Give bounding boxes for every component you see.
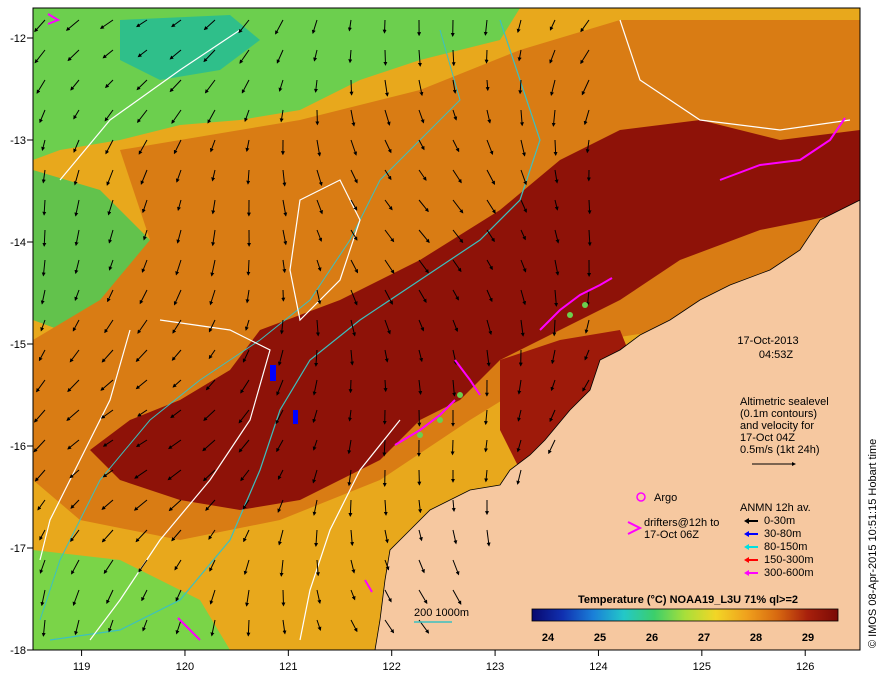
y-axis: -12 -13 -14 -15 -16 -17 -18	[10, 33, 33, 657]
velocity-arrow	[553, 139, 558, 156]
velocity-arrow	[382, 19, 387, 34]
anmn-legend-label: 30-80m	[764, 528, 801, 540]
velocity-arrow	[246, 259, 251, 276]
time-label: 04:53Z	[759, 349, 794, 361]
y-tick-label: -12	[10, 33, 26, 45]
velocity-arrow	[348, 499, 353, 517]
isobath-label: 200 1000m	[414, 607, 469, 619]
altimetry-line-1: Altimetric sealevel	[740, 396, 829, 408]
velocity-arrow	[246, 619, 251, 637]
x-axis: 119120121122123124125126127	[73, 650, 814, 673]
y-tick-label: -13	[10, 135, 26, 147]
anmn-legend-label: 0-30m	[764, 515, 795, 527]
velocity-arrow	[484, 49, 489, 64]
velocity-arrow	[281, 589, 286, 607]
anmn-legend-label: 150-300m	[764, 554, 814, 566]
colorbar-tick-label: 28	[750, 632, 762, 644]
colorbar	[531, 608, 839, 622]
x-tick-label: 123	[486, 661, 504, 673]
altimetry-line-4: 17-Oct 04Z	[740, 432, 795, 444]
y-tick-label: -18	[10, 645, 26, 657]
drifters-label-1: drifters@12h to	[644, 517, 719, 529]
y-tick-label: -17	[10, 543, 26, 555]
drifters-label-2: 17-Oct 06Z	[644, 529, 699, 541]
colorbar-tick-label: 24	[542, 632, 555, 644]
anmn-legend-label: 300-600m	[764, 567, 814, 579]
anmn-mooring-blue	[270, 365, 276, 381]
anmn-title: ANMN 12h av.	[740, 502, 811, 514]
y-tick-label: -15	[10, 339, 26, 351]
velocity-arrow	[383, 49, 388, 66]
x-tick-label: 122	[383, 661, 401, 673]
y-tick-label: -14	[10, 237, 26, 249]
anmn-legend-label: 80-150m	[764, 541, 807, 553]
x-tick-label: 121	[279, 661, 297, 673]
velocity-arrow	[383, 379, 388, 393]
colorbar-tick-label: 29	[802, 632, 814, 644]
plot-area	[33, 8, 860, 650]
x-tick-label: 119	[73, 661, 91, 673]
anmn-mooring-blue-2	[293, 410, 298, 424]
temperature-map: 119120121122123124125126127 -12-13-14-15…	[10, 7, 879, 673]
altimetry-line-3: and velocity for	[740, 420, 814, 432]
colorbar-tick-label: 25	[594, 632, 606, 644]
x-tick-label: 124	[589, 661, 607, 673]
x-tick-label: 120	[176, 661, 194, 673]
velocity-arrow	[450, 439, 455, 456]
velocity-arrow	[349, 79, 354, 96]
colorbar-tick-label: 27	[698, 632, 710, 644]
colorbar-tick-label: 26	[646, 632, 658, 644]
credit-text: © IMOS 08-Apr-2015 10:51:15 Hobart time	[867, 439, 879, 648]
altimetry-line-2: (0.1m contours)	[740, 408, 817, 420]
x-tick-label: 126	[796, 661, 814, 673]
x-tick-label: 125	[693, 661, 711, 673]
velocity-arrow	[348, 379, 353, 394]
velocity-arrow	[587, 199, 592, 215]
altimetry-line-5: 0.5m/s (1kt 24h)	[740, 444, 819, 456]
colorbar-title: Temperature (°C) NOAA19_L3U 71% ql>=2	[578, 594, 798, 606]
y-tick-label: -16	[10, 441, 26, 453]
argo-label: Argo	[654, 492, 677, 504]
date-label: 17-Oct-2013	[737, 335, 798, 347]
